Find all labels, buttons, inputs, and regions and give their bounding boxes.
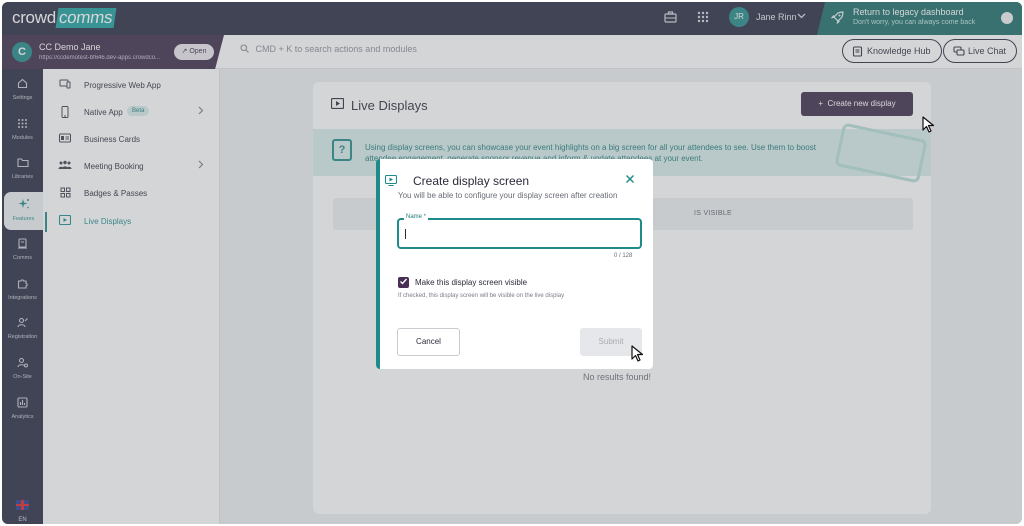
visible-checkbox-help: If checked, this display screen will be … (398, 293, 565, 299)
mouse-cursor-icon (631, 345, 644, 362)
create-display-modal: Create display screen You will be able t… (376, 159, 653, 369)
mouse-cursor-icon (922, 116, 935, 133)
character-counter: 0 / 128 (614, 253, 633, 259)
modal-title: Create display screen (413, 174, 530, 188)
text-caret (405, 229, 406, 239)
display-icon (384, 174, 398, 189)
app-window: crowd comms JR Jane Rinn Return to legacy… (2, 2, 1022, 524)
modal-subtitle: You will be able to configure your displ… (398, 191, 618, 200)
cancel-button[interactable]: Cancel (397, 328, 460, 356)
name-field-label: Name * (404, 214, 429, 220)
visible-checkbox-label[interactable]: Make this display screen visible (415, 278, 527, 287)
name-input[interactable]: Name * (397, 214, 642, 249)
close-icon[interactable] (625, 172, 635, 187)
visible-checkbox[interactable] (398, 277, 409, 288)
